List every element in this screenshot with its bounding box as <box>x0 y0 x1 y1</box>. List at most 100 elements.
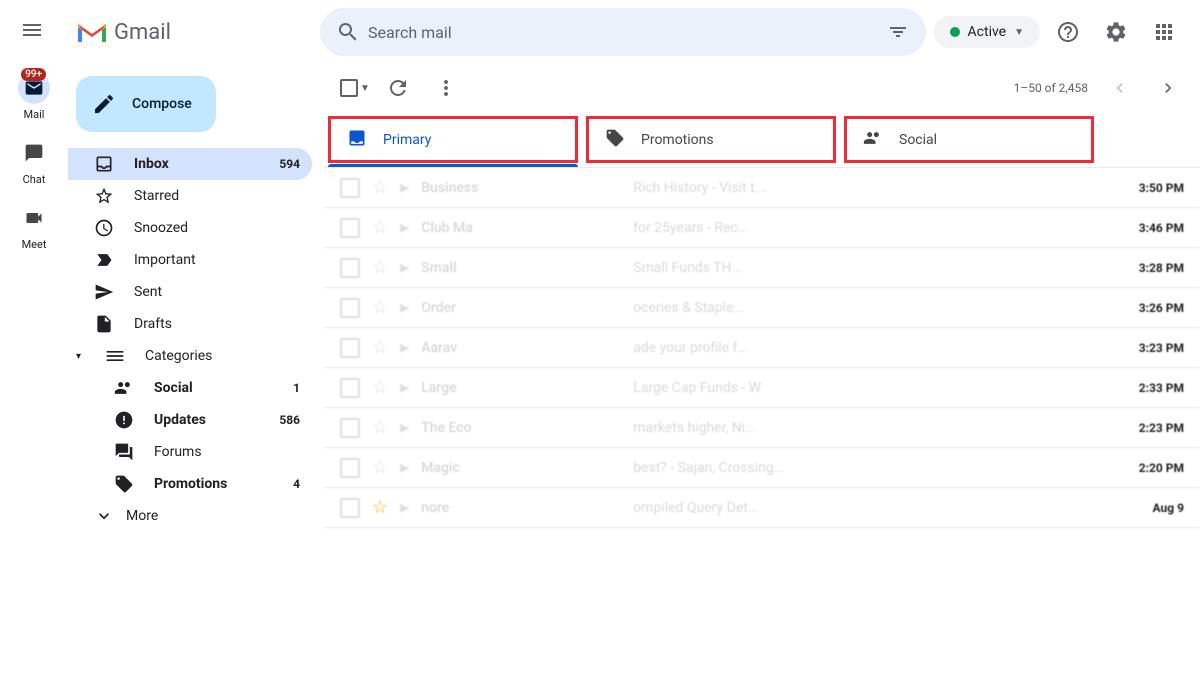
pagination-text: 1–50 of 2,458 <box>1014 81 1088 95</box>
email-row[interactable]: ☆ ▸ Club Ma for 25years - Rec... 3:46 PM <box>324 208 1200 248</box>
email-subject: best? - Sajan, Crossing... <box>633 460 1112 476</box>
star-toggle[interactable]: ☆ <box>372 497 388 518</box>
sidebar-more[interactable]: More <box>68 500 312 532</box>
star-toggle[interactable]: ☆ <box>372 177 388 198</box>
row-checkbox[interactable] <box>340 298 360 318</box>
sidebar-inbox-count: 594 <box>279 157 300 171</box>
email-subject: Small Funds TH... <box>633 260 1112 276</box>
email-row[interactable]: ☆ ▸ The Eco markets higher, Ni... 2:23 P… <box>324 408 1200 448</box>
row-checkbox[interactable] <box>340 418 360 438</box>
star-toggle[interactable]: ☆ <box>372 297 388 318</box>
star-toggle[interactable]: ☆ <box>372 417 388 438</box>
sidebar-snoozed-label: Snoozed <box>134 220 188 236</box>
important-toggle[interactable]: ▸ <box>400 217 409 238</box>
sidebar-sent[interactable]: Sent <box>68 276 312 308</box>
next-page-button[interactable] <box>1152 72 1184 104</box>
email-row[interactable]: ☆ ▸ Business Rich History - Visit t... 3… <box>324 168 1200 208</box>
star-toggle[interactable]: ☆ <box>372 217 388 238</box>
tab-primary[interactable]: Primary <box>328 116 578 163</box>
search-bar[interactable] <box>320 8 926 56</box>
mini-nav-meet[interactable]: Meet <box>18 202 50 251</box>
row-checkbox[interactable] <box>340 258 360 278</box>
email-time: 3:26 PM <box>1124 301 1184 315</box>
email-subject: for 25years - Rec... <box>633 220 1112 236</box>
important-toggle[interactable]: ▸ <box>400 337 409 358</box>
email-row[interactable]: ☆ ▸ Small Small Funds TH... 3:28 PM <box>324 248 1200 288</box>
sidebar-categories-label: Categories <box>145 348 212 364</box>
important-toggle[interactable]: ▸ <box>400 457 409 478</box>
sidebar-social-label: Social <box>154 380 193 396</box>
email-sender: Order <box>421 300 621 316</box>
search-filter-button[interactable] <box>878 12 918 52</box>
sidebar-drafts[interactable]: Drafts <box>68 308 312 340</box>
sidebar-categories[interactable]: ▾ Categories <box>68 340 312 372</box>
logo-area[interactable]: Gmail <box>64 12 302 52</box>
sent-icon <box>94 282 114 302</box>
sidebar-social[interactable]: Social 1 <box>68 372 312 404</box>
prev-page-button[interactable] <box>1104 72 1136 104</box>
more-options-button[interactable] <box>426 68 466 108</box>
apps-button[interactable] <box>1144 12 1184 52</box>
sidebar-updates[interactable]: Updates 586 <box>68 404 312 436</box>
search-button[interactable] <box>328 12 368 52</box>
logo-text: Gmail <box>114 20 171 45</box>
sidebar-forums[interactable]: Forums <box>68 436 312 468</box>
unread-badge: 99+ <box>21 68 46 81</box>
primary-tab-icon <box>347 128 367 152</box>
sidebar-promotions[interactable]: Promotions 4 <box>68 468 312 500</box>
row-checkbox[interactable] <box>340 498 360 518</box>
tab-promotions[interactable]: Promotions <box>586 116 836 163</box>
tab-social[interactable]: Social <box>844 116 1094 163</box>
clock-icon <box>94 218 114 238</box>
sidebar-promotions-label: Promotions <box>154 476 227 492</box>
star-toggle[interactable]: ☆ <box>372 377 388 398</box>
sidebar: Compose Inbox 594 Starred Snoozed Import… <box>68 64 324 675</box>
important-toggle[interactable]: ▸ <box>400 177 409 198</box>
sidebar-inbox-label: Inbox <box>134 156 169 172</box>
email-row[interactable]: ☆ ▸ nore ompiled Query Det... Aug 9 <box>324 488 1200 528</box>
important-toggle[interactable]: ▸ <box>400 257 409 278</box>
select-all[interactable]: ▼ <box>340 79 370 97</box>
email-subject: ade your profile f... <box>633 340 1112 356</box>
status-dot-icon <box>950 27 960 37</box>
search-input[interactable] <box>368 23 878 42</box>
important-toggle[interactable]: ▸ <box>400 377 409 398</box>
email-list[interactable]: ☆ ▸ Business Rich History - Visit t... 3… <box>324 168 1200 675</box>
row-checkbox[interactable] <box>340 378 360 398</box>
email-row[interactable]: ☆ ▸ Aarav ade your profile f... 3:23 PM <box>324 328 1200 368</box>
email-time: 2:20 PM <box>1124 461 1184 475</box>
important-toggle[interactable]: ▸ <box>400 497 409 518</box>
sidebar-starred[interactable]: Starred <box>68 180 312 212</box>
row-checkbox[interactable] <box>340 458 360 478</box>
email-sender: Club Ma <box>421 220 621 236</box>
important-toggle[interactable]: ▸ <box>400 417 409 438</box>
sidebar-snoozed[interactable]: Snoozed <box>68 212 312 244</box>
sidebar-updates-count: 586 <box>279 413 300 427</box>
tab-primary-label: Primary <box>383 132 431 148</box>
status-indicator[interactable]: Active ▼ <box>934 16 1040 48</box>
sidebar-inbox[interactable]: Inbox 594 <box>68 148 312 180</box>
important-toggle[interactable]: ▸ <box>400 297 409 318</box>
row-checkbox[interactable] <box>340 338 360 358</box>
row-checkbox[interactable] <box>340 178 360 198</box>
email-row[interactable]: ☆ ▸ Large Large Cap Funds - W 2:33 PM <box>324 368 1200 408</box>
header-right: Active ▼ <box>934 12 1192 52</box>
compose-button[interactable]: Compose <box>76 76 216 132</box>
settings-button[interactable] <box>1096 12 1136 52</box>
help-button[interactable] <box>1048 12 1088 52</box>
sidebar-important[interactable]: Important <box>68 244 312 276</box>
compose-label: Compose <box>132 96 192 112</box>
star-toggle[interactable]: ☆ <box>372 457 388 478</box>
email-sender: Business <box>421 180 621 196</box>
mini-nav-chat[interactable]: Chat <box>18 137 50 186</box>
mini-nav-mail[interactable]: 99+ Mail <box>18 72 50 121</box>
email-row[interactable]: ☆ ▸ Order oceries & Staple... 3:26 PM <box>324 288 1200 328</box>
star-toggle[interactable]: ☆ <box>372 337 388 358</box>
refresh-button[interactable] <box>378 68 418 108</box>
email-sender: Small <box>421 260 621 276</box>
main-menu-button[interactable] <box>8 8 56 56</box>
row-checkbox[interactable] <box>340 218 360 238</box>
email-row[interactable]: ☆ ▸ Magic best? - Sajan, Crossing... 2:2… <box>324 448 1200 488</box>
sidebar-important-label: Important <box>134 252 196 268</box>
star-toggle[interactable]: ☆ <box>372 257 388 278</box>
